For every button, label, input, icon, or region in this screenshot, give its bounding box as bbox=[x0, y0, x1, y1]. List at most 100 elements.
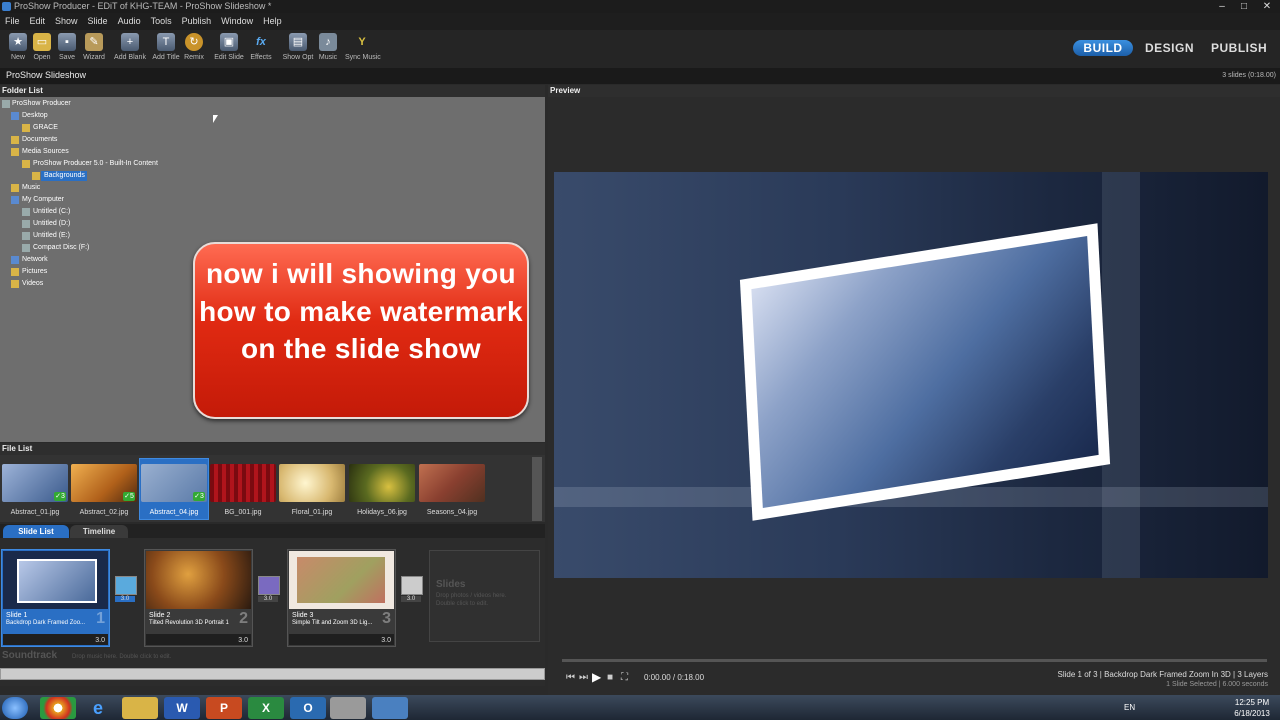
file-thumbnail[interactable] bbox=[349, 464, 415, 502]
slide-1[interactable]: Slide 1 Backdrop Dark Framed Zoo... 1 3.… bbox=[1, 549, 110, 647]
chrome-icon[interactable] bbox=[40, 697, 76, 719]
show-opt-button[interactable]: ▤ Show Opt bbox=[281, 33, 315, 61]
next-icon[interactable]: ⏭ bbox=[579, 672, 588, 683]
folder-item[interactable]: Videos bbox=[22, 279, 43, 288]
desktop-icon bbox=[11, 112, 19, 120]
design-mode-button[interactable]: DESIGN bbox=[1145, 40, 1194, 56]
folder-item[interactable]: My Computer bbox=[22, 195, 64, 204]
folder-icon bbox=[22, 160, 30, 168]
folder-item[interactable]: Media Sources bbox=[22, 147, 69, 156]
play-icon[interactable]: ▶ bbox=[592, 670, 601, 684]
close-button[interactable]: ✕ bbox=[1256, 0, 1278, 13]
file-thumbnail[interactable] bbox=[210, 464, 276, 502]
folder-item[interactable]: Untitled (C:) bbox=[33, 207, 70, 216]
menu-window[interactable]: Window bbox=[216, 13, 258, 30]
explorer-icon[interactable] bbox=[122, 697, 158, 719]
slide-number: 3 bbox=[382, 610, 391, 627]
folder-item[interactable]: Desktop bbox=[22, 111, 48, 120]
folder-item[interactable]: Documents bbox=[22, 135, 57, 144]
file-name: Abstract_02.jpg bbox=[79, 509, 129, 516]
app-taskbar-icon[interactable] bbox=[372, 697, 408, 719]
network-icon bbox=[11, 256, 19, 264]
folder-item-selected[interactable]: Backgrounds bbox=[44, 171, 85, 180]
wizard-button[interactable]: ✎ Wizard bbox=[77, 33, 111, 61]
computer-icon bbox=[2, 100, 10, 108]
previous-icon[interactable]: ⏮ bbox=[566, 672, 575, 683]
language-indicator[interactable]: EN bbox=[1124, 703, 1135, 712]
file-name: Holidays_06.jpg bbox=[357, 509, 407, 516]
stop-icon[interactable]: ■ bbox=[607, 672, 613, 683]
fullscreen-icon[interactable]: ⛶ bbox=[621, 672, 628, 683]
folder-item[interactable]: Music bbox=[22, 183, 40, 192]
slide-3[interactable]: Slide 3 Simple Tilt and Zoom 3D Lig... 3… bbox=[287, 549, 396, 647]
slide-time: 3.0 bbox=[381, 637, 391, 644]
folder-item[interactable]: Untitled (D:) bbox=[33, 219, 70, 228]
folder-item[interactable]: Network bbox=[22, 255, 48, 264]
excel-icon[interactable]: X bbox=[248, 697, 284, 719]
transition-icon[interactable] bbox=[115, 576, 137, 595]
folder-icon bbox=[11, 136, 19, 144]
start-button[interactable] bbox=[2, 697, 28, 719]
tab-slide-list[interactable]: Slide List bbox=[3, 525, 69, 538]
tab-timeline[interactable]: Timeline bbox=[70, 525, 128, 538]
menu-file[interactable]: File bbox=[0, 13, 25, 30]
folder-item[interactable]: Pictures bbox=[22, 267, 47, 276]
folder-list-header: Folder List bbox=[0, 85, 545, 97]
computer-icon bbox=[11, 196, 19, 204]
music-button[interactable]: ♪ Music bbox=[311, 33, 345, 61]
folder-item[interactable]: ProShow Producer 5.0 - Built-In Content bbox=[33, 159, 158, 168]
transition-icon[interactable] bbox=[258, 576, 280, 595]
add-blank-button[interactable]: + Add Blank bbox=[113, 33, 147, 61]
horizontal-scrollbar[interactable] bbox=[0, 668, 545, 680]
minimize-button[interactable]: – bbox=[1211, 0, 1233, 13]
menu-audio[interactable]: Audio bbox=[113, 13, 146, 30]
file-thumbnail[interactable] bbox=[419, 464, 485, 502]
build-mode-button[interactable]: BUILD bbox=[1073, 40, 1133, 56]
slide-time: 3.0 bbox=[238, 637, 248, 644]
check-icon: ✓3 bbox=[193, 492, 205, 501]
slide-2[interactable]: Slide 2 Tilted Revolution 3D Portrait 1 … bbox=[144, 549, 253, 647]
ie-icon[interactable]: e bbox=[80, 697, 116, 719]
slide-thumbnail bbox=[146, 551, 251, 609]
transition-time: 3.0 bbox=[115, 596, 135, 602]
folder-item[interactable]: GRACE bbox=[33, 123, 58, 132]
remix-button[interactable]: ↻ Remix bbox=[177, 33, 211, 61]
slide-title: Slide 3 bbox=[292, 612, 314, 619]
menu-help[interactable]: Help bbox=[258, 13, 287, 30]
menu-slide[interactable]: Slide bbox=[83, 13, 113, 30]
file-name: Seasons_04.jpg bbox=[426, 509, 478, 516]
disc-icon bbox=[22, 244, 30, 252]
folder-item[interactable]: ProShow Producer bbox=[12, 99, 71, 108]
effects-icon: fx bbox=[256, 36, 266, 48]
check-icon: ✓5 bbox=[123, 492, 135, 501]
file-thumbnail[interactable] bbox=[279, 464, 345, 502]
effects-button[interactable]: fx Effects bbox=[244, 33, 278, 61]
folder-item[interactable]: Compact Disc (F:) bbox=[33, 243, 89, 252]
menu-show[interactable]: Show bbox=[50, 13, 83, 30]
slide-footer bbox=[3, 634, 108, 645]
menu-tools[interactable]: Tools bbox=[146, 13, 177, 30]
empty-slide-slot[interactable]: Slides Drop photos / videos here. Double… bbox=[429, 550, 540, 642]
menu-bar: File Edit Show Slide Audio Tools Publish Window… bbox=[0, 13, 1280, 30]
outlook-icon[interactable]: O bbox=[290, 697, 326, 719]
music-icon: ♪ bbox=[319, 33, 337, 51]
clock-time[interactable]: 12:25 PM bbox=[1226, 698, 1278, 707]
menu-publish[interactable]: Publish bbox=[177, 13, 217, 30]
word-icon[interactable]: W bbox=[164, 697, 200, 719]
powerpoint-icon[interactable]: P bbox=[206, 697, 242, 719]
proshow-taskbar-icon[interactable] bbox=[330, 697, 366, 719]
clock-date[interactable]: 6/18/2013 bbox=[1226, 709, 1278, 718]
maximize-button[interactable]: □ bbox=[1233, 0, 1255, 13]
slide-thumbnail bbox=[289, 551, 394, 609]
transition-icon[interactable] bbox=[401, 576, 423, 595]
menu-edit[interactable]: Edit bbox=[25, 13, 51, 30]
sync-music-button[interactable]: Y Sync Music bbox=[345, 33, 381, 61]
folder-icon bbox=[11, 268, 19, 276]
folder-item[interactable]: Untitled (E:) bbox=[33, 231, 70, 240]
publish-mode-button[interactable]: PUBLISH bbox=[1211, 40, 1267, 56]
preview-scrubber[interactable] bbox=[562, 659, 1267, 662]
check-icon: ✓3 bbox=[54, 492, 66, 501]
file-list-scrollbar[interactable] bbox=[532, 457, 542, 521]
edit-slide-button[interactable]: ▣ Edit Slide bbox=[212, 33, 246, 61]
transition-time: 3.0 bbox=[401, 596, 421, 602]
